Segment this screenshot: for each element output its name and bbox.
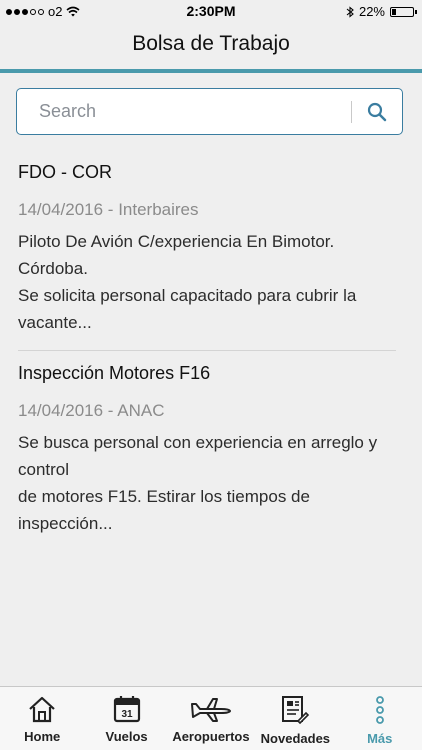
- nav-accent-line: [0, 69, 422, 73]
- job-description: Piloto De Avión C/experiencia En Bimotor…: [18, 228, 404, 336]
- job-title: FDO - COR: [18, 162, 112, 182]
- battery-icon: [390, 6, 417, 17]
- tab-label: Aeropuertos: [172, 729, 250, 744]
- job-description-line: Se busca personal con experiencia en arr…: [18, 433, 378, 479]
- home-icon: [29, 696, 55, 723]
- news-icon: [282, 696, 310, 725]
- tab-label: Más: [367, 731, 393, 746]
- battery-percent: 22%: [358, 4, 385, 19]
- search-icon: [367, 102, 387, 122]
- calendar-icon: 31: [113, 696, 140, 723]
- status-bar: o2 2:30PM 22%: [0, 0, 422, 22]
- status-right: 22%: [346, 4, 417, 19]
- list-divider: [18, 350, 396, 351]
- navigation-bar: Bolsa de Trabajo: [0, 22, 422, 70]
- tab-vuelos[interactable]: 31 Vuelos: [87, 687, 167, 750]
- job-description-line: Piloto De Avión C/experiencia En Bimotor…: [18, 232, 335, 278]
- tab-label: Home: [24, 729, 61, 744]
- bluetooth-icon: [346, 5, 354, 18]
- more-icon: [375, 696, 384, 724]
- job-meta: 14/04/2016 - ANAC: [18, 401, 165, 420]
- search-input[interactable]: [27, 89, 361, 134]
- tab-home[interactable]: Home: [2, 687, 82, 750]
- job-item[interactable]: FDO - COR 14/04/2016 - Interbaires Pilot…: [0, 162, 422, 336]
- page-title: Bolsa de Trabajo: [132, 32, 290, 55]
- job-list: FDO - COR 14/04/2016 - Interbaires Pilot…: [0, 150, 422, 537]
- search-box: [16, 88, 403, 135]
- tab-aeropuertos[interactable]: Aeropuertos: [171, 687, 251, 750]
- svg-text:31: 31: [121, 709, 133, 720]
- job-description-line: de motores F15. Estirar los tiempos de i…: [18, 487, 310, 533]
- tab-label: Novedades: [260, 731, 331, 746]
- job-title: Inspección Motores F16: [18, 363, 211, 383]
- job-description: Se busca personal con experiencia en arr…: [18, 429, 404, 537]
- tab-bar: Home 31 Vuelos Aeropuertos Novedades Más: [0, 686, 422, 750]
- tab-mas[interactable]: Más: [340, 687, 420, 750]
- airplane-icon: [190, 698, 231, 722]
- tab-label: Vuelos: [105, 729, 148, 744]
- search-button[interactable]: [362, 97, 392, 127]
- job-meta: 14/04/2016 - Interbaires: [18, 200, 199, 219]
- job-description-line: Se solicita personal capacitado para cub…: [18, 286, 357, 332]
- tab-novedades[interactable]: Novedades: [255, 687, 335, 750]
- search-divider: [351, 101, 352, 123]
- job-item[interactable]: Inspección Motores F16 14/04/2016 - ANAC…: [0, 363, 422, 537]
